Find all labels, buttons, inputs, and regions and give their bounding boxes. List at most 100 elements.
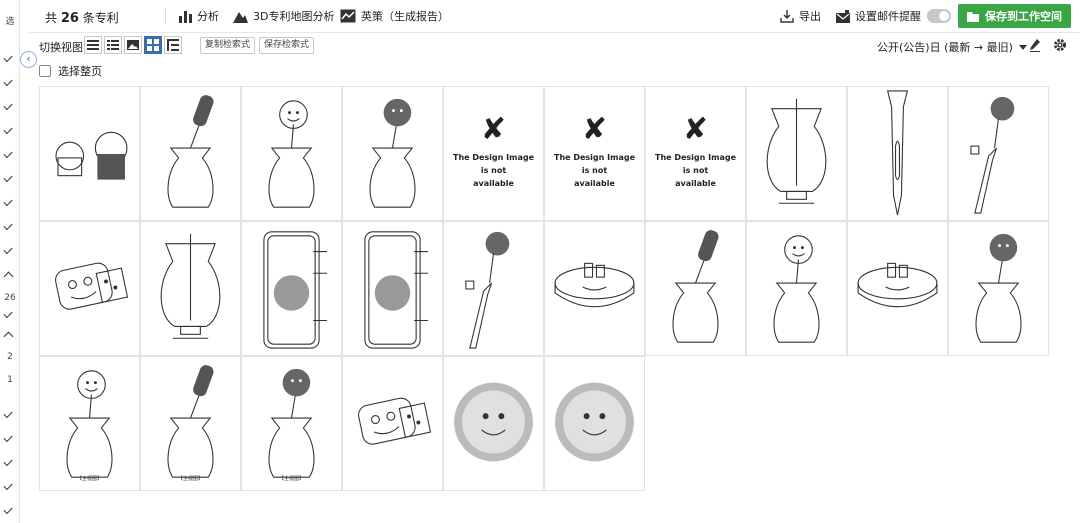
dispenser-drawing (766, 98, 827, 204)
patent-thumbnail[interactable] (847, 221, 948, 356)
email-alert-label: 设置邮件提醒 (855, 10, 921, 23)
check-icon[interactable] (3, 172, 13, 183)
patent-thumbnail[interactable] (746, 221, 847, 356)
unavailable-line: is not (682, 166, 709, 175)
check-icon[interactable] (3, 432, 13, 443)
patent-thumbnail[interactable] (140, 221, 241, 356)
patent-thumbnail[interactable] (544, 356, 645, 491)
sort-label: 公开(公告)日 (最新 → 最旧) (877, 41, 1013, 54)
copy-query-button[interactable]: 复制检索式 (200, 37, 256, 54)
check-icon[interactable] (3, 220, 13, 231)
unavailable-line: available (473, 179, 514, 188)
count-prefix: 共 (45, 11, 58, 25)
patent-thumbnail[interactable] (645, 221, 746, 356)
vase-smiley-brush-drawing-3 (268, 368, 315, 478)
3d-map-button[interactable]: 3D专利地图分析 (233, 8, 334, 24)
patent-thumbnail[interactable] (342, 356, 443, 491)
patent-thumbnail[interactable] (443, 356, 544, 491)
sort-dropdown[interactable]: 公开(公告)日 (最新 → 最旧) (877, 39, 1027, 55)
analysis-button[interactable]: 分析 (178, 8, 219, 24)
vase-flower-drawing-2 (773, 235, 820, 343)
patent-thumbnail[interactable] (544, 221, 645, 356)
gear-icon[interactable] (1053, 38, 1067, 52)
unavailable-line: is not (480, 166, 507, 175)
patent-thumbnail[interactable]: ✘ The Design Image is not available (645, 86, 746, 221)
vase-smiley-brush-drawing (369, 98, 416, 208)
view-caption: 【主视图】 (76, 476, 102, 482)
pen-icon[interactable] (1029, 38, 1041, 52)
handle-brush-drawing (970, 96, 1015, 214)
check-icon[interactable] (3, 148, 13, 159)
check-icon[interactable] (3, 124, 13, 135)
check-icon[interactable] (3, 76, 13, 87)
unavailable-line: The Design Image (452, 153, 534, 162)
patent-thumbnail[interactable] (443, 221, 544, 356)
patent-thumbnail[interactable] (241, 86, 342, 221)
email-alert-toggle[interactable] (927, 9, 951, 23)
check-icon[interactable] (3, 52, 13, 63)
vase-brush-drawing-2 (672, 230, 719, 343)
count-suffix: 条专利 (82, 11, 119, 25)
patent-thumbnail[interactable] (948, 221, 1049, 356)
dispenser-detail-drawing (160, 233, 221, 339)
view-caption: 【主视图】 (177, 476, 203, 482)
patent-thumbnail[interactable] (39, 86, 140, 221)
check-icon[interactable] (3, 504, 13, 515)
split-view-icon[interactable] (164, 36, 182, 54)
patent-thumbnail[interactable] (241, 221, 342, 356)
vase-brush-drawing-3 (167, 365, 214, 478)
round-base-drawing (554, 262, 635, 308)
unavailable-line: The Design Image (553, 153, 635, 162)
folder-icon (967, 11, 979, 22)
check-icon[interactable] (3, 196, 13, 207)
check-icon[interactable] (3, 408, 13, 419)
round-base-drawing-2 (857, 262, 938, 308)
unavailable-text: The Design Image is not available (545, 151, 644, 190)
x-mark-icon: ✘ (480, 112, 507, 147)
sponge-face-drawing (55, 262, 129, 310)
export-label: 导出 (799, 10, 821, 23)
select-page-checkbox[interactable]: 选择整页 (39, 63, 102, 79)
patent-thumbnail[interactable]: ✘ The Design Image is not available (443, 86, 544, 221)
patent-thumbnail[interactable]: ✘ The Design Image is not available (544, 86, 645, 221)
check-icon[interactable] (3, 244, 13, 255)
export-button[interactable]: 导出 (780, 8, 821, 24)
chevron-down-icon (1018, 44, 1027, 50)
patent-thumbnail[interactable]: 【主视图】 (241, 356, 342, 491)
patent-thumbnail[interactable] (140, 86, 241, 221)
save-query-button[interactable]: 保存检索式 (259, 37, 315, 54)
image-view-icon[interactable] (124, 36, 142, 54)
check-icon[interactable] (3, 456, 13, 467)
patent-thumbnail[interactable] (342, 221, 443, 356)
grid-view-icon[interactable] (144, 36, 162, 54)
unavailable-text: The Design Image is not available (444, 151, 543, 190)
list-view-icon[interactable] (84, 36, 102, 54)
checkbox[interactable] (39, 65, 51, 77)
patent-thumbnail[interactable] (39, 221, 140, 356)
vase-brush-drawing (167, 95, 214, 208)
patent-thumbnail[interactable] (948, 86, 1049, 221)
result-count: 共 26 条专利 (45, 9, 119, 26)
patent-thumbnail[interactable]: 【主视图】 (140, 356, 241, 491)
select-page-label: 选择整页 (58, 65, 102, 78)
strategy-label: 英策（生成报告） (361, 10, 449, 23)
image-unavailable: ✘ The Design Image is not available (444, 115, 543, 190)
detail-view-icon[interactable] (104, 36, 122, 54)
chevron-up-icon[interactable] (3, 331, 14, 342)
patent-thumbnail[interactable] (342, 86, 443, 221)
divider (165, 8, 166, 24)
unavailable-line: available (675, 179, 716, 188)
check-icon[interactable] (3, 100, 13, 111)
vase-smiley-brush-drawing-2 (975, 233, 1022, 343)
patent-thumbnail[interactable] (847, 86, 948, 221)
email-alert-button[interactable]: 设置邮件提醒 (836, 8, 921, 24)
patent-thumbnail[interactable] (746, 86, 847, 221)
left-filter-rail: 选 26 2 1 (0, 0, 20, 523)
strategy-report-button[interactable]: 英策（生成报告） (340, 8, 449, 24)
patent-thumbnail[interactable]: 【主视图】 (39, 356, 140, 491)
chevron-up-icon[interactable] (3, 271, 14, 282)
check-icon[interactable] (3, 308, 13, 319)
check-icon[interactable] (3, 480, 13, 491)
save-to-workspace-button[interactable]: 保存到工作空间 (958, 4, 1071, 28)
unavailable-line: available (574, 179, 615, 188)
